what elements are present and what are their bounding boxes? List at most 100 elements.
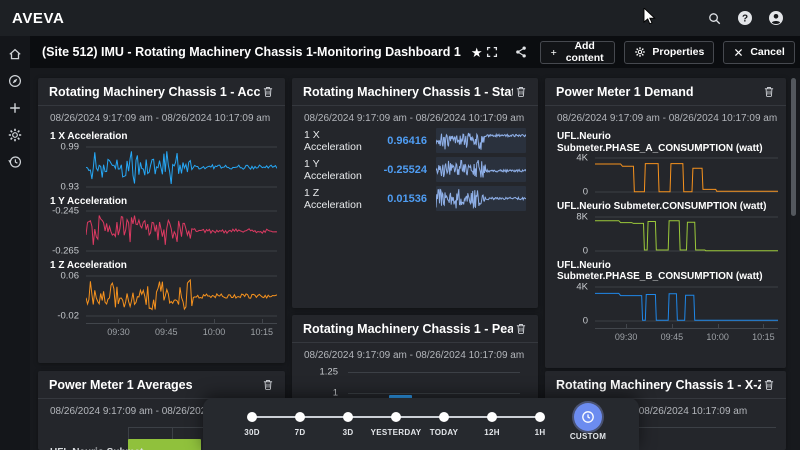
cancel-label: Cancel	[750, 46, 784, 58]
page-title: (Site 512) IMU - Rotating Machinery Chas…	[42, 45, 461, 59]
x-axis-tick	[672, 324, 673, 328]
clock-icon	[581, 410, 595, 424]
panel-demand-title: Power Meter 1 Demand	[556, 85, 761, 99]
trend-series-ufl-neurio-submeter-consumption-watt: UFL.Neurio Submeter.CONSUMPTION (watt)8K…	[545, 201, 786, 253]
y-min-label: -0.02	[57, 310, 79, 321]
search-icon[interactable]	[707, 11, 722, 26]
time-range-label: 30D	[244, 428, 260, 437]
cancel-button[interactable]: Cancel	[723, 41, 794, 64]
trend-plot-row: 4K0	[545, 285, 778, 323]
trend-series-label: UFL.NeurioSubmeter.PHASE_A_CONSUMPTION (…	[557, 131, 774, 154]
time-range-selector: 30D 7D 3D YESTERDAY TODAY 12H 1H CUSTOM	[203, 398, 639, 450]
delete-trash-icon[interactable]	[513, 84, 529, 100]
accel-trend-charts: 1 X Acceleration0.990.931 Y Acceleration…	[38, 131, 285, 339]
x-axis-tick-label: 09:45	[661, 332, 684, 342]
custom-range-label: CUSTOM	[570, 432, 606, 441]
panel-peak-title: Rotating Machinery Chassis 1 - Peak ...	[303, 322, 513, 336]
panel-status-title: Rotating Machinery Chassis 1 - Status...	[303, 85, 513, 99]
delete-trash-icon[interactable]	[761, 84, 777, 100]
fullscreen-icon[interactable]	[482, 45, 502, 59]
panel-status-date-range: 08/26/2024 9:17:09 am - 08/26/2024 10:17…	[304, 113, 526, 124]
panel-demand-header: Power Meter 1 Demand	[545, 78, 786, 106]
add-content-button[interactable]: Add content	[540, 41, 615, 64]
x-axis-tick-label: 10:15	[250, 327, 273, 337]
status-value-rows: 1 X Acceleration0.964161 Y Acceleration-…	[292, 128, 538, 211]
user-account-icon[interactable]	[768, 10, 784, 26]
y-max-label: 4K	[576, 153, 588, 164]
time-range-label: 12H	[484, 428, 500, 437]
time-range-dot	[535, 412, 545, 422]
trend-series-label: UFL.NeurioSubmeter.PHASE_B_CONSUMPTION (…	[557, 260, 774, 283]
status-row-label: 1 Y Acceleration	[304, 158, 369, 182]
y-min-label: 0	[583, 187, 588, 198]
x-axis-tick-label: 10:00	[706, 332, 729, 342]
x-axis-tick	[262, 319, 263, 323]
x-axis-tick	[626, 324, 627, 328]
x-axis-tick-label: 10:00	[203, 327, 226, 337]
trend-series-label: 1 Z Acceleration	[50, 260, 273, 272]
add-content-label: Add content	[564, 40, 605, 64]
share-icon[interactable]	[511, 45, 531, 59]
panel-demand-date-range: 08/26/2024 9:17:09 am - 08/26/2024 10:17…	[557, 113, 774, 124]
x-axis: 09:3009:4510:0010:15	[38, 323, 277, 339]
y-min-label: -0.265	[52, 246, 79, 257]
panel-peak-date-range: 08/26/2024 9:17:09 am - 08/26/2024 10:17…	[304, 350, 526, 361]
status-row: 1 Y Acceleration-0.25524	[304, 157, 526, 182]
delete-trash-icon[interactable]	[761, 377, 777, 393]
y-axis-labels: 4K0	[545, 156, 595, 194]
status-sparkline	[436, 157, 526, 182]
time-range-option-custom[interactable]: CUSTOM	[588, 398, 589, 450]
plus-icon	[550, 47, 557, 58]
x-axis: 09:3009:4510:0010:15	[545, 328, 778, 344]
trend-plot-row: 0.06-0.02	[38, 274, 277, 318]
trend-plot-area	[595, 156, 778, 194]
delete-trash-icon[interactable]	[260, 84, 276, 100]
properties-button[interactable]: Properties	[624, 41, 714, 64]
x-axis-tick	[763, 324, 764, 328]
panel-xz-header: Rotating Machinery Chassis 1 - X-Z Ac...	[545, 371, 786, 399]
trend-series-label: UFL.Neurio Submeter.CONSUMPTION (watt)	[557, 201, 774, 213]
vertical-scrollbar[interactable]	[791, 78, 796, 216]
time-range-option-1h[interactable]: 1H	[540, 398, 541, 450]
panel-accel-trend: Rotating Machinery Chassis 1 - Accel... …	[38, 78, 285, 363]
trend-plot-area	[86, 145, 277, 189]
trend-plot-row: 4K0	[545, 156, 778, 194]
add-plus-icon[interactable]	[7, 100, 23, 116]
time-range-label: YESTERDAY	[371, 428, 422, 437]
home-icon[interactable]	[7, 46, 23, 62]
panel-xz-title: Rotating Machinery Chassis 1 - X-Z Ac...	[556, 378, 761, 392]
trend-plot-area	[86, 274, 277, 318]
status-row-value: -0.25524	[369, 164, 427, 176]
time-range-option-today[interactable]: TODAY	[444, 398, 445, 450]
trend-series-label: 1 Y Acceleration	[50, 196, 273, 208]
x-axis-tick-label: 09:30	[615, 332, 638, 342]
time-range-option-7d[interactable]: 7D	[300, 398, 301, 450]
x-axis-tick-label: 09:30	[107, 327, 130, 337]
time-range-option-30d[interactable]: 30D	[252, 398, 253, 450]
favorite-star-icon[interactable]: ★	[471, 46, 483, 59]
delete-trash-icon[interactable]	[513, 321, 529, 337]
settings-gear-icon[interactable]	[7, 127, 23, 143]
help-icon[interactable]: ?	[737, 10, 753, 26]
time-range-option-12h[interactable]: 12H	[492, 398, 493, 450]
time-range-dot	[343, 412, 353, 422]
y-axis-labels: 0.06-0.02	[38, 274, 86, 318]
status-row-value: 0.01536	[369, 193, 427, 205]
time-range-dot	[295, 412, 305, 422]
delete-trash-icon[interactable]	[260, 377, 276, 393]
panel-status-values: Rotating Machinery Chassis 1 - Status...…	[292, 78, 538, 308]
y-max-label: 0.99	[61, 141, 80, 152]
svg-text:?: ?	[742, 14, 748, 25]
history-clock-icon[interactable]	[7, 154, 23, 170]
time-range-option-3d[interactable]: 3D	[348, 398, 349, 450]
custom-range-button	[574, 403, 602, 431]
aveva-logo: AVEVA	[12, 10, 64, 27]
peak-y-label: 1	[304, 388, 338, 399]
peak-gridline	[348, 393, 520, 394]
time-range-option-yesterday[interactable]: YESTERDAY	[396, 398, 397, 450]
trend-plot-area	[595, 285, 778, 323]
panel-averages-title: Power Meter 1 Averages	[49, 378, 260, 392]
trend-series-ufl-neurio-submeter-phase-b-consumption-watt: UFL.NeurioSubmeter.PHASE_B_CONSUMPTION (…	[545, 260, 786, 323]
time-range-label: 3D	[343, 428, 354, 437]
explore-compass-icon[interactable]	[7, 73, 23, 89]
